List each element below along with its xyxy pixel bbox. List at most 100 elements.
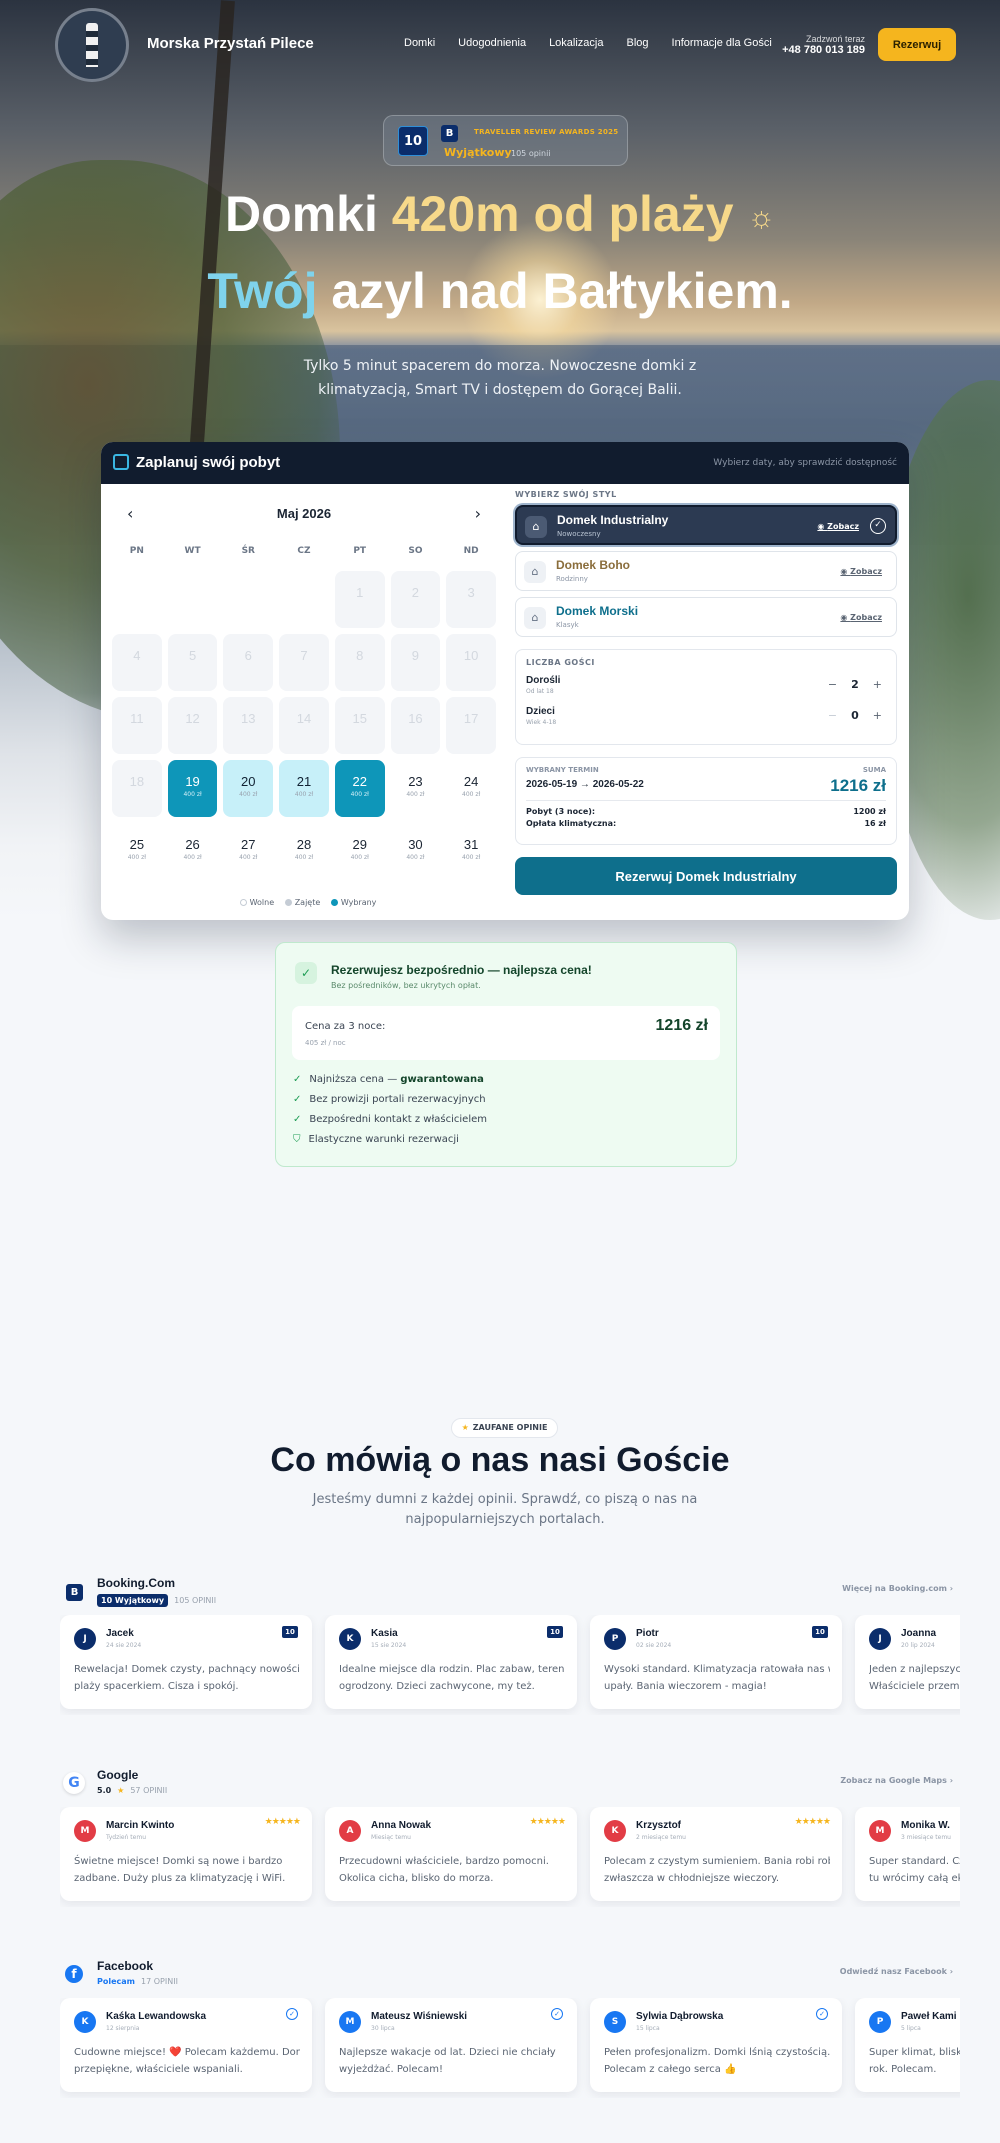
day-number: 20 xyxy=(241,774,256,789)
call-now[interactable]: Zadzwoń teraz +48 780 013 189 xyxy=(782,34,865,56)
reviewer-name: Monika W. xyxy=(901,1820,950,1831)
nav-link-blog[interactable]: Blog xyxy=(626,37,648,49)
style-option-morski[interactable]: ⌂ Domek Morski Klasyk ◉ Zobacz xyxy=(515,597,897,637)
more-link[interactable]: Zobacz na Google Maps › xyxy=(840,1776,953,1785)
kids-stepper: − 0 + xyxy=(828,709,882,722)
summary-breakdown: Pobyt (3 noce): 1200 zł Opłata klimatyczn… xyxy=(526,800,886,828)
plus-icon[interactable]: + xyxy=(873,709,882,722)
minus-icon[interactable]: − xyxy=(828,678,837,691)
more-link[interactable]: Więcej na Booking.com › xyxy=(842,1584,953,1593)
calendar-day[interactable]: 26 400 zł xyxy=(168,823,218,880)
avatar: M xyxy=(869,1820,891,1842)
calendar-day[interactable]: 28 400 zł xyxy=(279,823,329,880)
lighthouse-logo[interactable] xyxy=(55,8,129,82)
price-per-night: 405 zł / noc xyxy=(305,1039,346,1047)
review-text: Pełen profesjonalizm. Domki lśnią czysto… xyxy=(604,2044,830,2078)
calendar-day[interactable]: 31 400 zł xyxy=(446,823,496,880)
day-price: 400 zł xyxy=(350,854,369,861)
nav-link-domki[interactable]: Domki xyxy=(404,37,435,49)
benefit-bold: gwarantowana xyxy=(400,1074,484,1085)
hero-heading-line2: Twój azyl nad Bałtykiem. xyxy=(0,262,1000,320)
calendar-day: 9 xyxy=(390,634,441,691)
style-option-boho[interactable]: ⌂ Domek Boho Rodzinny ◉ Zobacz xyxy=(515,551,897,591)
nav-link-informacje[interactable]: Informacje dla Gości xyxy=(672,37,772,49)
book-now-button[interactable]: Rezerwuj Domek Industrialny xyxy=(515,857,897,895)
brand-name[interactable]: Morska Przystań Pilece xyxy=(147,35,314,52)
benefit-text: Najniższa cena — xyxy=(309,1074,401,1085)
google-score: 5.0 xyxy=(97,1786,112,1795)
guests-box: LICZBA GOŚCI Dorośli Od lat 18 −2 + Dziec… xyxy=(515,649,897,745)
review-text-line: Pełen profesjonalizm. Domki lśnią czysto… xyxy=(604,2047,830,2058)
calendar-day: 10 xyxy=(446,634,496,691)
reviews-subtitle: Jesteśmy dumni z każdej opinii. Sprawdź,… xyxy=(312,1492,698,1527)
award-reviews: 105 opinii xyxy=(511,149,551,158)
review-text: Super standard. Czy tu wrócimy całą ekip xyxy=(869,1853,960,1887)
calendar-day[interactable]: 21 400 zł xyxy=(279,760,329,817)
day-number: 28 xyxy=(296,837,312,852)
review-text-line: tu wrócimy całą ekip xyxy=(869,1873,960,1884)
reviewer-name: Piotr xyxy=(636,1628,659,1639)
see-link[interactable]: ◉ Zobacz xyxy=(817,522,859,531)
review-text-line: Super standard. Czy xyxy=(869,1856,960,1867)
day-price: 400 zł xyxy=(406,854,425,861)
review-text-line: Okolica cicha, blisko do morza. xyxy=(339,1873,494,1884)
legend-free-dot xyxy=(239,899,247,906)
calendar-day: 7 xyxy=(279,634,329,691)
house-icon: ⌂ xyxy=(525,516,547,538)
review-text-line: Cudowne miejsce! ❤️ Polecam każdemu. Dom… xyxy=(74,2047,300,2058)
calendar-day[interactable]: 23 400 zł xyxy=(391,760,441,817)
avatar: S xyxy=(604,2011,626,2033)
hero-heading-twoj: Twój xyxy=(207,263,318,319)
day-number: 30 xyxy=(408,837,423,852)
stay-value: 1200 zł xyxy=(853,807,886,816)
house-icon: ⌂ xyxy=(524,607,546,629)
next-month-icon[interactable]: › xyxy=(475,504,481,523)
review-text: Rewelacja! Domek czysty, pachnący nowośc… xyxy=(74,1661,300,1695)
reserve-button[interactable]: Rezerwuj xyxy=(878,28,956,61)
calendar-day[interactable]: 19 400 zł xyxy=(167,760,218,817)
see-link[interactable]: ◉ Zobacz xyxy=(840,613,882,622)
day-price: 400 zł xyxy=(239,854,258,861)
calendar-day[interactable]: 25 400 zł xyxy=(112,823,162,880)
calendar-day[interactable]: 27 400 zł xyxy=(223,823,273,880)
review-date: 15 sie 2024 xyxy=(371,1642,407,1649)
day-number: 10 xyxy=(463,648,479,663)
plus-icon[interactable]: + xyxy=(873,678,882,691)
calendar-day[interactable]: 24 400 zł xyxy=(446,760,496,817)
review-text-line: Polecam z całego serca 👍 xyxy=(604,2064,737,2075)
day-number: 9 xyxy=(411,648,420,663)
calendar-day[interactable]: 22 400 zł xyxy=(334,760,385,817)
calendar-empty-cell xyxy=(112,571,162,628)
kids-count: 0 xyxy=(851,709,859,722)
source-name: Booking.Com xyxy=(97,1576,175,1590)
calendar-day[interactable]: 30 400 zł xyxy=(391,823,441,880)
reviewer-name: Paweł Kami xyxy=(901,2011,957,2022)
style-name: Domek Boho xyxy=(556,558,631,572)
calendar-day[interactable]: 20 400 zł xyxy=(223,760,274,817)
nav-link-udogodnienia[interactable]: Udogodnienia xyxy=(458,37,526,49)
nav-link-lokalizacja[interactable]: Lokalizacja xyxy=(549,37,603,49)
avatar: M xyxy=(74,1820,96,1842)
minus-icon[interactable]: − xyxy=(828,709,837,722)
review-text-line: Super klimat, blisko xyxy=(869,2047,960,2058)
reviewer-name: Kasia xyxy=(371,1628,398,1639)
best-price-sub: Bez pośredników, bez ukrytych opłat. xyxy=(331,981,481,990)
award-score: 10 xyxy=(398,126,428,156)
day-number: 5 xyxy=(188,648,197,663)
style-option-industrialny[interactable]: ⌂ Domek Industrialny Nowoczesny ◉ Zobacz… xyxy=(515,505,897,545)
reviews-title: Co mówią o nas nasi Goście xyxy=(270,1441,730,1479)
review-text: Cudowne miejsce! ❤️ Polecam każdemu. Dom… xyxy=(74,2044,300,2078)
legend-free: Wolne xyxy=(249,898,275,907)
day-price: 400 zł xyxy=(239,791,258,798)
eye-icon: ◉ xyxy=(840,613,851,622)
benefits-list: ✓ Najniższa cena — gwarantowana ✓ Bez prow… xyxy=(293,1074,487,1154)
legend-selected-dot xyxy=(330,899,338,906)
calendar-day[interactable]: 29 400 zł xyxy=(335,823,385,880)
day-price: 400 zł xyxy=(183,791,202,798)
call-label: Zadzwoń teraz xyxy=(805,34,865,44)
see-link[interactable]: ◉ Zobacz xyxy=(840,567,882,576)
legend-taken: Zajęte xyxy=(294,898,321,907)
more-link[interactable]: Odwiedź nasz Facebook › xyxy=(840,1967,953,1976)
phone-number[interactable]: +48 780 013 189 xyxy=(782,44,865,56)
rating-tag: 10 Wyjątkowy xyxy=(97,1594,169,1607)
